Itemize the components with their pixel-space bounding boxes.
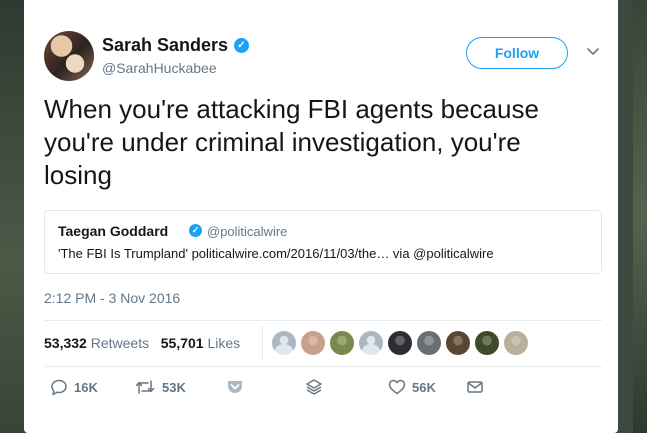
like-action[interactable]: 56K (388, 378, 436, 396)
tweet-card: Sarah Sanders ✓ @SarahHuckabee Follow Wh… (24, 0, 618, 433)
liker-avatar[interactable] (446, 331, 470, 355)
stack-icon (306, 379, 322, 395)
retweet-action[interactable]: 53K (134, 378, 186, 396)
liker-avatar[interactable] (504, 331, 528, 355)
liker-avatar[interactable] (301, 331, 325, 355)
divider (44, 320, 602, 321)
tweet-actions: 16K 53K 56K (44, 378, 584, 402)
verified-badge-icon: ✓ (234, 38, 249, 53)
retweet-count: 53K (162, 379, 186, 395)
likes-count[interactable]: 55,701 (161, 335, 204, 351)
liker-avatar[interactable] (359, 331, 383, 355)
chevron-down-icon[interactable] (586, 44, 600, 58)
liker-avatar[interactable] (475, 331, 499, 355)
quoted-tweet-text: 'The FBI Is Trumpland' politicalwire.com… (58, 246, 494, 261)
liker-avatar[interactable] (417, 331, 441, 355)
liker-avatar[interactable] (330, 331, 354, 355)
reply-icon (51, 379, 67, 396)
quoted-author-name: Taegan Goddard (58, 223, 169, 239)
quoted-verified-icon: ✓ (189, 224, 202, 237)
follow-button[interactable]: Follow (466, 37, 568, 69)
tweet-timestamp[interactable]: 2:12 PM - 3 Nov 2016 (44, 290, 180, 306)
pocket-icon (228, 381, 242, 393)
reply-count: 16K (74, 379, 98, 395)
author-name[interactable]: Sarah Sanders (102, 35, 228, 56)
liker-avatar[interactable] (272, 331, 296, 355)
envelope-icon (467, 381, 483, 393)
like-count: 56K (412, 379, 436, 395)
message-action[interactable] (466, 378, 484, 396)
stack-action[interactable] (305, 378, 323, 396)
tweet-text: When you're attacking FBI agents because… (44, 94, 539, 190)
author-avatar[interactable] (44, 31, 94, 81)
pocket-action[interactable] (226, 378, 244, 396)
quoted-author-handle: @politicalwire (207, 224, 288, 239)
background-right (633, 0, 647, 433)
divider (44, 366, 602, 367)
engagement-stats: 53,332 Retweets 55,701 Likes (44, 335, 240, 351)
stats-separator (262, 326, 263, 360)
retweets-label[interactable]: Retweets (91, 335, 149, 351)
author-handle[interactable]: @SarahHuckabee (102, 60, 217, 76)
reply-action[interactable]: 16K (50, 378, 98, 396)
retweet-icon (135, 380, 155, 394)
retweets-count[interactable]: 53,332 (44, 335, 87, 351)
likes-label[interactable]: Likes (207, 335, 240, 351)
quoted-tweet[interactable]: Taegan Goddard ✓ @politicalwire 'The FBI… (44, 210, 602, 274)
liker-avatar[interactable] (388, 331, 412, 355)
heart-icon (388, 379, 406, 395)
